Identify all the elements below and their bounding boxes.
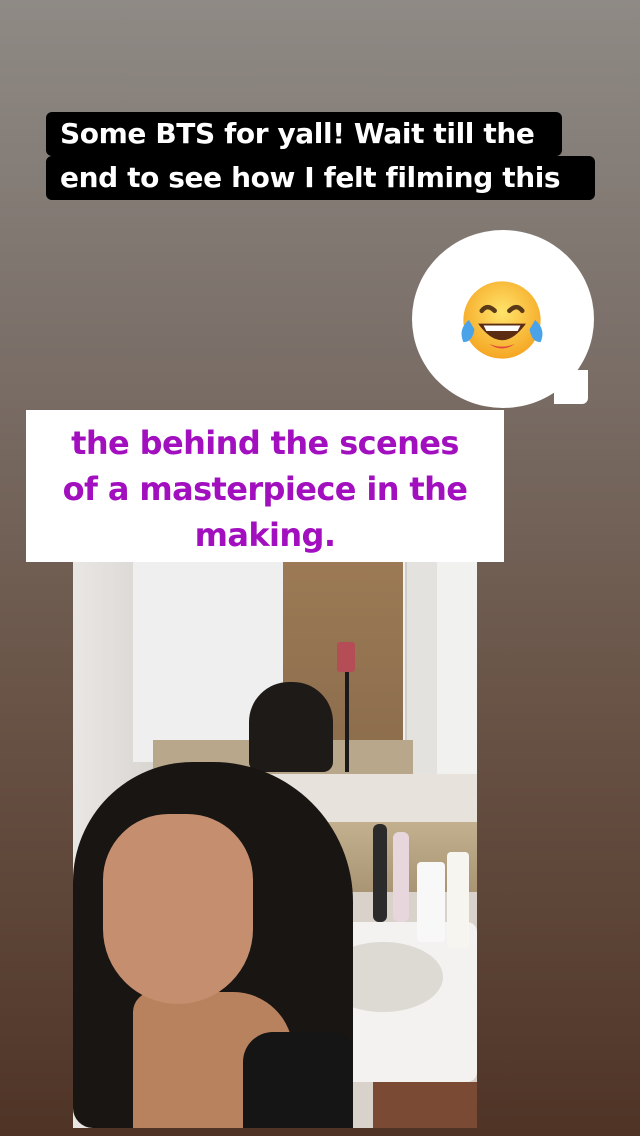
video-tripod [345,672,349,772]
caption-line-1: Some BTS for yall! Wait till the [46,112,562,156]
overlay-text-line-1: the behind the scenes [71,424,459,462]
video-phone [337,642,355,672]
video-bottle [417,862,445,942]
video-bottle-2 [447,852,469,948]
video-reflection [249,682,333,772]
emoji-reaction-bubble [412,230,594,412]
tears-of-joy-emoji-icon [461,281,543,359]
caption-line-2: end to see how I felt filming this [46,156,595,200]
caption-sticker: Some BTS for yall! Wait till the end to … [46,112,596,212]
overlay-text-line-2: of a masterpiece in the [62,470,468,508]
video-person-shirt [243,1032,353,1128]
overlay-text-sticker: the behind the scenes of a masterpiece i… [26,410,504,562]
overlay-text-line-3: making. [194,516,336,554]
video-person-face [103,814,253,1004]
overlay-text: the behind the scenes of a masterpiece i… [26,420,504,558]
video-toothbrush [373,824,387,922]
video-toothbrush-2 [393,832,409,922]
video-cabinet [373,1082,477,1128]
story-video[interactable] [73,562,477,1128]
